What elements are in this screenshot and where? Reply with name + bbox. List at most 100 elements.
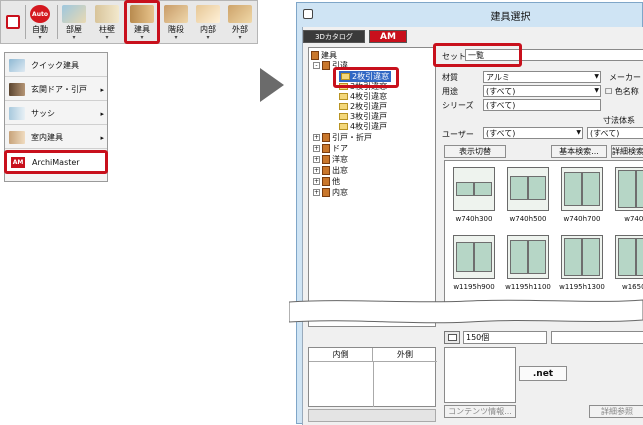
bottom-left-status <box>308 409 436 422</box>
tab-am[interactable]: AM <box>369 30 407 43</box>
auto-button[interactable]: Auto 自動 ▾ <box>27 3 53 41</box>
thumbnail-grid: w740h300 w740h500 w740h700 w740h w1195h9… <box>444 160 643 310</box>
thumbnail-label: w1195h1300 <box>559 283 605 291</box>
expand-icon: + <box>313 167 320 174</box>
expand-icon: + <box>313 189 320 196</box>
series-value: (すべて) <box>486 100 516 110</box>
fitting-tree-icon <box>311 51 319 60</box>
menu-item-quick-fitting[interactable]: クイック建具 <box>5 55 107 77</box>
fitting-tree-icon <box>322 61 330 70</box>
fitting-tree-icon <box>322 144 330 153</box>
sash-icon <box>9 107 25 120</box>
thumbnail-item[interactable]: w740h500 <box>501 163 551 226</box>
category-tree: 建具 - 引違 2枚引違窓 3枚引違窓 4枚引違窓 2枚引違戸 3枚引違戸 4枚引… <box>308 47 436 327</box>
usage-select[interactable]: (すべて) ▼ <box>483 85 601 97</box>
exterior-icon <box>228 5 252 23</box>
thumbnail-item[interactable]: w740h300 <box>447 163 497 226</box>
stairs-button[interactable]: 階段 ▾ <box>161 3 191 41</box>
outside-header: 外側 <box>373 348 437 362</box>
set-highlight <box>433 43 522 67</box>
material-select[interactable]: アルミ ▼ <box>483 71 601 83</box>
app-icon <box>303 9 313 19</box>
detail-reference-button[interactable]: 詳細参照 <box>589 405 643 418</box>
room-button[interactable]: 部屋 ▾ <box>59 3 89 41</box>
thumbnail-item[interactable]: w740h <box>609 163 643 226</box>
tree-label: ドア <box>332 144 348 153</box>
preview-toggle-button[interactable] <box>444 331 460 344</box>
window-thumbnail <box>615 167 643 211</box>
tree-node-inner-window[interactable]: + 内窓 <box>313 187 348 198</box>
expand-icon: + <box>313 178 320 185</box>
dialog-titlebar: 建具選択 <box>297 3 643 27</box>
fitting-select-dialog: 建具選択 3Dカタログ AM 建具 - 引違 2枚引違窓 3枚引違窓 4枚引違窓 … <box>296 2 643 425</box>
chevron-down-icon: ▼ <box>576 129 581 136</box>
menu-item-entrance-door[interactable]: 玄関ドア・引戸 ▸ <box>5 79 107 101</box>
tree-label: 内窓 <box>332 188 348 197</box>
inside-header: 内側 <box>309 348 373 362</box>
thumbnail-item[interactable]: w1195h1100 <box>501 231 551 294</box>
thumbnail-item[interactable]: w740h700 <box>555 163 605 226</box>
tree-node-door[interactable]: + ドア <box>313 143 348 154</box>
tree-node-other[interactable]: + 他 <box>313 176 340 187</box>
window-thumbnail <box>453 167 495 211</box>
expand-icon: + <box>313 134 320 141</box>
thumbnail-item[interactable]: w1195h1300 <box>555 231 605 294</box>
fitting-tree-icon <box>322 155 330 164</box>
chevron-down-icon: ▾ <box>38 34 42 41</box>
chevron-down-icon: ▼ <box>594 87 599 94</box>
thumbnail-label: w1195h900 <box>453 283 495 291</box>
exterior-button[interactable]: 外部 ▾ <box>225 3 255 41</box>
folder-icon <box>339 103 348 110</box>
tree-node-pull-folding[interactable]: + 引戸・折戸 <box>313 132 372 143</box>
color-checkbox[interactable]: ☐ 色名称 <box>605 86 639 97</box>
chevron-down-icon: ▾ <box>206 34 210 41</box>
torn-paper-divider <box>289 299 643 324</box>
dimension-label: 寸法体系 <box>603 116 635 125</box>
fitting-tree-icon <box>322 177 330 186</box>
chevron-down-icon: ▼ <box>594 73 599 80</box>
fitting-highlight <box>124 0 160 44</box>
tab-3d-catalog[interactable]: 3Dカタログ <box>303 30 365 43</box>
thumbnail-label: w740h <box>624 215 643 223</box>
tree-node-western-window[interactable]: + 洋窓 <box>313 154 348 165</box>
material-value: アルミ <box>486 72 510 82</box>
toggle-view-button[interactable]: 表示切替 <box>444 145 506 158</box>
detail-search-button[interactable]: 詳細検索 <box>611 145 643 158</box>
basic-search-button[interactable]: 基本検索... <box>551 145 607 158</box>
tree-label: 出窓 <box>332 166 348 175</box>
user-select-2[interactable]: (すべて) <box>587 127 643 139</box>
tree-node-bay-window[interactable]: + 出窓 <box>313 165 348 176</box>
net-button[interactable]: .net <box>519 366 567 381</box>
stairs-icon <box>164 5 188 23</box>
expand-icon: + <box>313 145 320 152</box>
menu-item-label: 室内建具 <box>31 133 63 142</box>
user-value-2: (すべて) <box>590 128 620 138</box>
menu-item-interior-fitting[interactable]: 室内建具 ▸ <box>5 127 107 149</box>
thumbnail-item[interactable]: w1195h900 <box>447 231 497 294</box>
menu-item-sash[interactable]: サッシ ▸ <box>5 103 107 125</box>
archimaster-label: ArchiMaster <box>32 157 80 167</box>
menu-item-archimaster[interactable]: AM ArchiMaster <box>4 150 108 174</box>
preview-box <box>444 347 516 403</box>
dialog-title: 建具選択 <box>490 11 531 23</box>
user-select[interactable]: (すべて) ▼ <box>483 127 583 139</box>
thumbnail-item[interactable]: w1650h <box>609 231 643 294</box>
submenu-arrow-icon: ▸ <box>100 109 104 118</box>
tree-label: 他 <box>332 177 340 186</box>
material-label: 材質 <box>442 73 458 82</box>
count-field: 150個 <box>463 331 547 344</box>
count-value: 150個 <box>466 333 490 342</box>
folder-icon <box>339 123 348 130</box>
maker-label: メーカー <box>609 73 641 82</box>
chevron-down-icon: ▾ <box>174 34 178 41</box>
interior-button[interactable]: 内部 ▾ <box>193 3 223 41</box>
pillar-wall-button[interactable]: 柱壁 ▾ <box>92 3 122 41</box>
grid-button[interactable] <box>4 3 22 41</box>
content-info-button[interactable]: コンテンツ情報... <box>444 405 516 418</box>
tree-node-4-sliding-door[interactable]: 4枚引違戸 <box>339 121 387 132</box>
window-thumbnail <box>507 235 549 279</box>
series-select[interactable]: (すべて) <box>483 99 601 111</box>
thumbnail-label: w740h500 <box>509 215 547 223</box>
main-toolbar: Auto 自動 ▾ 部屋 ▾ 柱壁 ▾ 建具 ▾ 階段 ▾ 内部 ▾ 外部 ▾ <box>0 0 258 44</box>
archimaster-logo: AM <box>11 156 25 168</box>
